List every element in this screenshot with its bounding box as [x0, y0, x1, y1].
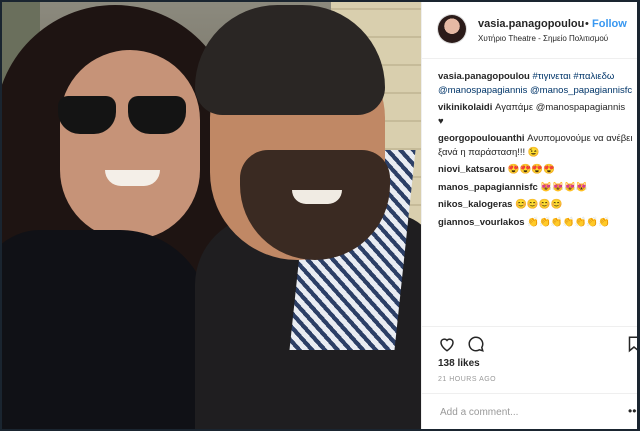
comment-input[interactable] [438, 406, 612, 419]
comment-text: 😊😊😊😊 [512, 199, 563, 210]
photo-sunglasses-right [128, 96, 186, 134]
photo-sunglasses-left [58, 96, 116, 134]
post-photo[interactable] [0, 0, 421, 431]
comment-user[interactable]: vasia.panagopoulou [438, 71, 530, 82]
comment-text: 😍😍😍😍 [505, 164, 556, 175]
heart-icon[interactable] [438, 335, 456, 353]
comment-item: vikinikolaidi Αγαπάμε @manospapagiannis ♥ [438, 101, 638, 128]
comment-user[interactable]: giannos_vourlakos [438, 217, 525, 228]
post-location[interactable]: Χυτήριο Theatre - Σημείο Πολιτισμού [478, 34, 608, 43]
likes-count[interactable]: 138 likes [438, 358, 480, 369]
comment-item: giannos_vourlakos 👏👏👏👏👏👏👏 [438, 216, 638, 230]
post-sidebar: vasia.panagopoulou • Follow Χυτήριο Thea… [421, 0, 640, 431]
comment-text[interactable]: #τιγινεται #παλιεδω [530, 71, 614, 82]
post-username[interactable]: vasia.panagopoulou [478, 18, 584, 30]
comment-text: 👏👏👏👏👏👏👏 [524, 216, 611, 228]
comment-user[interactable]: manos_papagiannisfc [438, 182, 538, 193]
action-bar [422, 326, 640, 361]
photo-woman-face [60, 50, 200, 240]
bookmark-icon[interactable] [625, 335, 640, 353]
comment-text-line2[interactable]: @manospapagiannis @manos_papagiannisfc [438, 85, 632, 96]
post-timestamp[interactable]: 21 HOURS AGO [438, 376, 496, 383]
avatar[interactable] [438, 15, 466, 43]
comment-item: niovi_katsarou 😍😍😍😍 [438, 163, 638, 177]
photo-woman-smile [105, 170, 160, 186]
header-separator: • [585, 18, 589, 30]
comment-user[interactable]: vikinikolaidi [438, 102, 492, 113]
comment-text: 😻😻😻😻 [537, 181, 588, 193]
add-comment-bar: ••• [422, 393, 640, 431]
instagram-post-window: vasia.panagopoulou • Follow Χυτήριο Thea… [0, 0, 640, 431]
comment-item: nikos_kalogeras 😊😊😊😊 [438, 198, 638, 212]
comment-user[interactable]: niovi_katsarou [438, 164, 505, 175]
post-header: vasia.panagopoulou • Follow Χυτήριο Thea… [422, 0, 640, 59]
comment-icon[interactable] [467, 335, 485, 353]
comment-list: vasia.panagopoulou #τιγινεται #παλιεδω @m… [438, 70, 638, 233]
photo-man-smile [292, 190, 342, 204]
comment-text-line2: ♥ [438, 115, 444, 127]
comment-user[interactable]: nikos_kalogeras [438, 199, 512, 210]
comment-text: Αγαπάμε @manospapagiannis [492, 102, 626, 113]
comment-text-line2: ξανά η παράσταση!!! 😉 [438, 146, 540, 158]
comment-item: georgopoulouanthi Ανυπομονούμε να ανέβει… [438, 132, 638, 159]
comment-item: vasia.panagopoulou #τιγινεται #παλιεδω @m… [438, 70, 638, 97]
comment-text: Ανυπομονούμε να ανέβει [524, 133, 633, 144]
comment-item: manos_papagiannisfc 😻😻😻😻 [438, 181, 638, 195]
comment-user[interactable]: georgopoulouanthi [438, 133, 525, 144]
follow-button[interactable]: Follow [592, 18, 627, 30]
photo-woman-top [0, 230, 210, 431]
more-options-icon[interactable]: ••• [628, 404, 640, 418]
